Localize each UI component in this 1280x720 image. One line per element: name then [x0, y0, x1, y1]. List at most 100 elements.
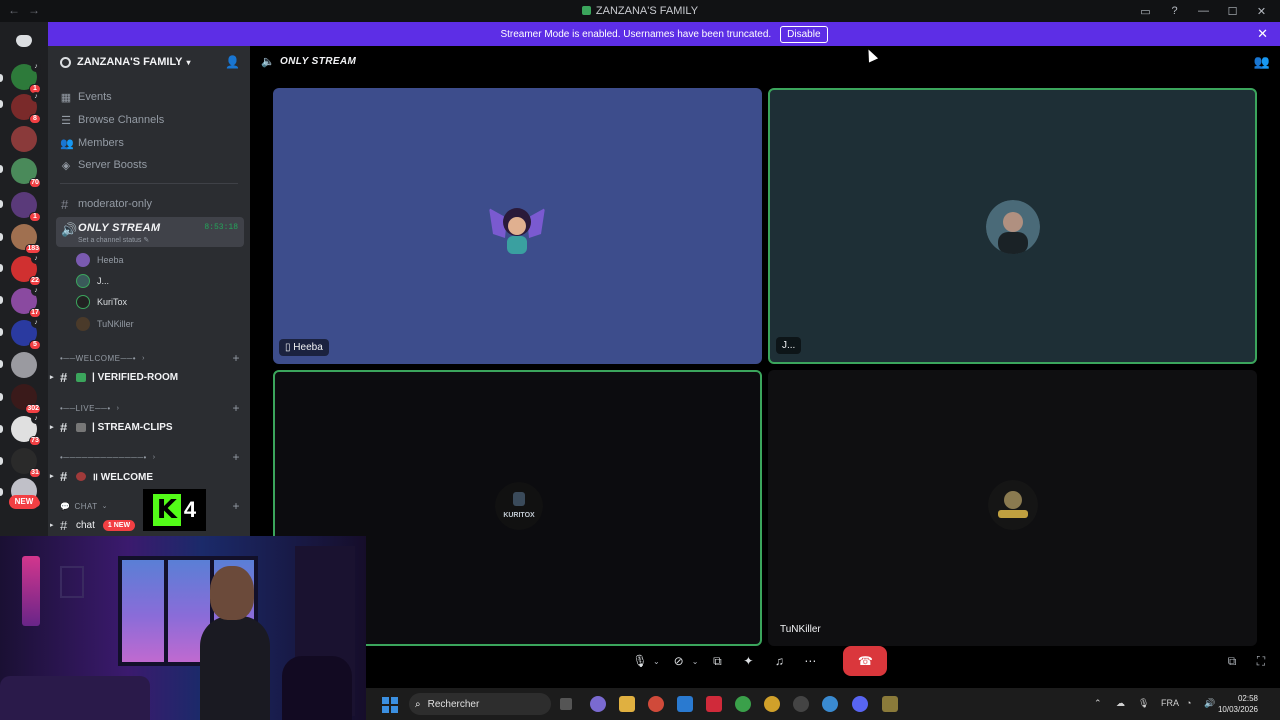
file-explorer-icon[interactable] — [619, 696, 635, 712]
chrome-icon[interactable] — [648, 696, 664, 712]
minimize-icon[interactable]: — — [1189, 2, 1218, 20]
chrome-profile-icon[interactable] — [764, 696, 780, 712]
new-messages-badge[interactable]: 1 NEW — [102, 519, 136, 531]
mic-tray-icon[interactable]: 🎙 — [1138, 698, 1149, 709]
unread-arrow-icon: ▸ — [50, 374, 54, 381]
copilot-icon[interactable] — [590, 696, 606, 712]
add-channel-icon[interactable]: + — [232, 499, 240, 513]
language-indicator[interactable]: FRA — [1161, 698, 1179, 708]
clock-date: 10/03/2026 — [1217, 705, 1258, 714]
window-bar — [164, 560, 168, 662]
server-icon[interactable]: 302 — [11, 384, 41, 414]
inbox-icon[interactable]: ▭ — [1131, 2, 1160, 20]
server-icon[interactable]: 183 — [11, 224, 41, 254]
win-tile — [382, 706, 389, 713]
menu-item-server-boosts[interactable]: ◈ Server Boosts — [60, 155, 147, 175]
maximize-icon[interactable]: ☐ — [1218, 2, 1247, 20]
channel-status[interactable]: Set a channel status ✎ — [78, 236, 149, 244]
microphone-icon[interactable]: 🎙 — [630, 651, 650, 671]
add-channel-icon[interactable]: + — [232, 401, 240, 415]
store-icon[interactable] — [677, 696, 693, 712]
menu-item-members[interactable]: 👥 Members — [60, 133, 124, 153]
activities-icon[interactable]: ✦ — [738, 651, 758, 671]
hash-icon: # — [60, 468, 68, 484]
channel-moderator-only[interactable]: # moderator-only — [56, 194, 244, 214]
participants-icon[interactable]: 👥 — [1254, 54, 1270, 70]
server-icon[interactable]: ♪ 8 — [11, 92, 41, 124]
volume-icon[interactable]: 🔊 — [1204, 698, 1215, 709]
close-banner-icon[interactable]: ✕ — [1257, 26, 1268, 42]
soundboard-icon[interactable]: ♫ — [769, 651, 789, 671]
voice-user[interactable]: J... — [76, 271, 109, 291]
chrome-profile-icon[interactable] — [822, 696, 838, 712]
fullscreen-icon[interactable]: ⛶ — [1253, 654, 1269, 668]
camera-off-icon[interactable]: ⊘ — [669, 651, 689, 671]
windows-start-icon[interactable] — [382, 697, 398, 713]
channel-sidebar: ZANZANA'S FAMILY ▾ 👤 ▦ Events ☰ Browse Cha… — [48, 46, 250, 536]
add-channel-icon[interactable]: + — [232, 450, 240, 464]
category-live[interactable]: •──LIVE──• › + — [60, 400, 240, 416]
channel-stream-clips[interactable]: ▸ # | STREAM-CLIPS — [50, 416, 246, 438]
more-options-icon[interactable]: ⋯ — [800, 651, 820, 671]
close-window-icon[interactable]: ✕ — [1247, 2, 1276, 20]
server-icon[interactable]: 70 — [11, 158, 41, 188]
league-icon[interactable] — [882, 696, 898, 712]
unread-arrow-icon: ▸ — [50, 522, 54, 529]
cloud-off-icon[interactable]: ☁ — [1116, 698, 1125, 709]
disable-streamer-mode-button[interactable]: Disable — [780, 25, 828, 43]
add-channel-icon[interactable]: + — [232, 351, 240, 365]
voice-channel-only-stream[interactable]: 🔊 ONLY STREAM 8:53:18 Set a channel stat… — [56, 217, 244, 247]
participant-tile[interactable]: TuNKiller — [768, 370, 1257, 646]
channel-verified-room[interactable]: ▸ # | VERIFIED-ROOM — [50, 366, 246, 388]
discord-taskbar-icon[interactable] — [852, 696, 868, 712]
kick-logo: K — [152, 494, 181, 526]
pop-out-icon[interactable]: ⧉ — [1224, 654, 1240, 668]
server-icon[interactable]: ♪ 73 — [11, 414, 41, 446]
webcam-overlay — [0, 536, 366, 720]
participant-tile-speaking[interactable]: J... — [768, 88, 1257, 364]
server-icon[interactable]: 1 — [11, 192, 41, 222]
guild-header[interactable]: ZANZANA'S FAMILY ▾ 👤 — [48, 46, 250, 78]
mention-badge: 302 — [25, 404, 41, 414]
voice-user[interactable]: TuNKiller — [76, 314, 134, 334]
channel-name: ॥ WELCOME — [92, 472, 153, 483]
voice-user[interactable]: Heeba — [76, 250, 124, 270]
server-icon[interactable]: ♪ 17 — [11, 286, 41, 318]
clapper-emoji-icon — [76, 422, 86, 432]
participant-tile[interactable]: ▯ Heeba — [273, 88, 762, 364]
home-button[interactable] — [9, 26, 39, 56]
wifi-icon[interactable]: ◔ — [1186, 698, 1191, 708]
system-clock[interactable]: 02:58 10/03/2026 — [1218, 693, 1258, 715]
server-icon[interactable] — [11, 352, 37, 378]
new-unreads-badge[interactable]: NEW — [9, 495, 39, 509]
tray-chevron-icon[interactable]: ⌃ — [1094, 698, 1102, 709]
server-icon[interactable]: ♪ 22 — [11, 254, 41, 286]
server-icon[interactable] — [11, 126, 37, 152]
help-icon[interactable]: ? — [1160, 2, 1189, 20]
chat-bubble-icon: 💬 — [60, 501, 71, 511]
server-icon[interactable]: ♪ 1 — [11, 62, 41, 94]
voice-user[interactable]: KuriTox — [76, 292, 127, 312]
category-welcome[interactable]: •──WELCOME──• › + — [60, 350, 240, 366]
server-icon[interactable]: 31 — [11, 448, 41, 478]
server-icon[interactable]: ♪ 5 — [11, 318, 41, 350]
category-unnamed[interactable]: •─────────────• › + — [60, 449, 240, 465]
chevron-down-icon[interactable]: ⌄ — [653, 657, 660, 666]
menu-item-browse-channels[interactable]: ☰ Browse Channels — [60, 110, 164, 130]
invite-people-icon[interactable]: 👤 — [225, 55, 240, 69]
chrome-profile-icon[interactable] — [735, 696, 751, 712]
task-view-icon[interactable] — [560, 698, 572, 710]
taskbar-search[interactable]: ⌕ Rechercher — [409, 693, 551, 715]
wps-icon[interactable] — [706, 696, 722, 712]
chevron-down-icon[interactable]: ⌄ — [692, 657, 699, 666]
streamer-head — [210, 566, 254, 620]
obs-icon[interactable] — [793, 696, 809, 712]
channel-welcome[interactable]: ▸ # ॥ WELCOME — [50, 465, 246, 487]
menu-item-events[interactable]: ▦ Events — [60, 87, 112, 107]
disconnect-button[interactable]: ☎ — [843, 646, 888, 676]
window-title-text: ZANZANA'S FAMILY — [595, 5, 699, 17]
channel-name: | STREAM-CLIPS — [92, 421, 173, 433]
screen-share-icon[interactable]: ⧉ — [707, 651, 727, 671]
chair — [282, 656, 352, 720]
voice-icon: ♪ — [31, 254, 41, 264]
